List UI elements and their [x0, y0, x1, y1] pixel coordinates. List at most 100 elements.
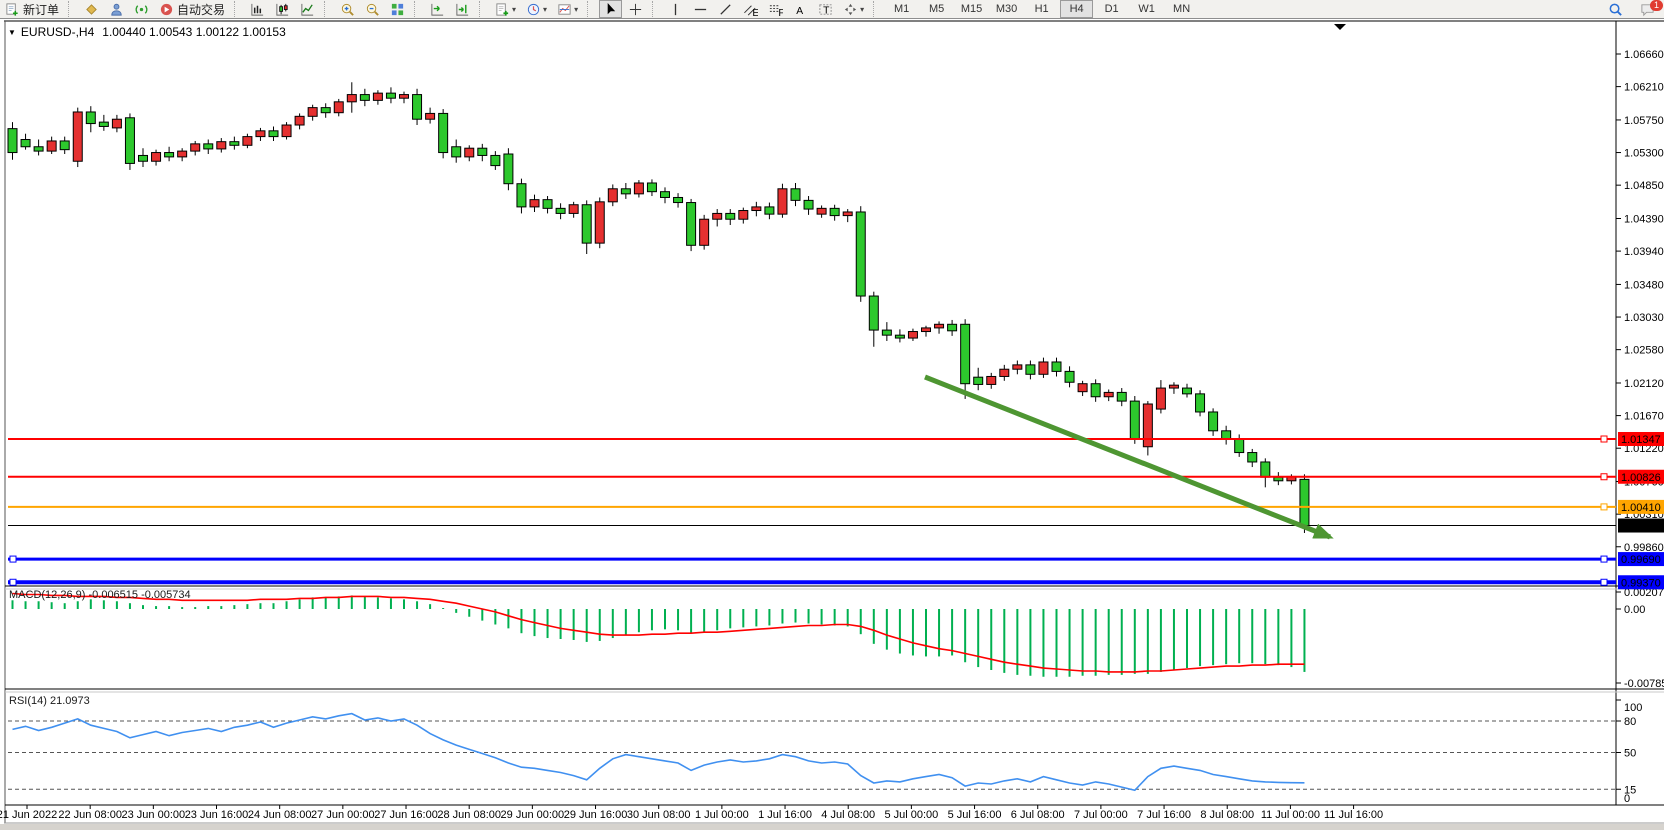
timeframe-m5-button[interactable]: M5	[920, 0, 953, 18]
cc-icon	[275, 2, 290, 17]
svg-text:0.00: 0.00	[1624, 604, 1645, 616]
svg-text:1.00153: 1.00153	[1621, 521, 1661, 533]
svg-text:1.02580: 1.02580	[1624, 345, 1664, 357]
toolbar-separator	[68, 1, 77, 17]
search-button[interactable]	[1604, 0, 1627, 18]
chart-title: ▼EURUSD-,H41.00440 1.00543 1.00122 1.001…	[8, 25, 286, 39]
svg-text:100: 100	[1624, 702, 1642, 714]
cur-icon	[603, 2, 618, 17]
trendline-button[interactable]	[714, 0, 737, 18]
toolbar-separator	[414, 1, 423, 17]
arr-icon	[843, 2, 858, 17]
svg-text:1.06210: 1.06210	[1624, 82, 1664, 94]
sg-icon	[134, 2, 149, 17]
svg-text:27 Jun 16:00: 27 Jun 16:00	[374, 809, 438, 821]
svg-text:23 Jun 00:00: 23 Jun 00:00	[122, 809, 186, 821]
svg-text:8 Jul 08:00: 8 Jul 08:00	[1200, 809, 1254, 821]
dropdown-caret-icon[interactable]: ▾	[512, 5, 516, 14]
timeframe-m30-button[interactable]: M30	[990, 0, 1023, 18]
toolbar-separator	[587, 1, 596, 17]
community-button[interactable]	[105, 0, 128, 18]
ch-icon	[628, 2, 643, 17]
gd-icon	[84, 2, 99, 17]
cursor-button[interactable]	[599, 0, 622, 18]
toolbar: 新订单 自动交易 ▾ ▾ ▾ E F A T ▾ M1M5M15M30H1H4D1W1MN 1	[0, 0, 1664, 19]
svg-text:F: F	[778, 8, 783, 17]
as-icon	[430, 2, 445, 17]
indicators-button[interactable]: ▾	[491, 0, 520, 18]
timeframe-m1-button[interactable]: M1	[885, 0, 918, 18]
timeframe-w1-button[interactable]: W1	[1130, 0, 1163, 18]
svg-text:1.01347: 1.01347	[1621, 434, 1661, 446]
cs-icon	[455, 2, 470, 17]
auto-trading-button[interactable]: 自动交易	[155, 0, 229, 18]
svg-text:A: A	[796, 6, 803, 17]
fibonacci-button[interactable]: F	[764, 0, 787, 18]
new-order-button[interactable]: 新订单	[1, 0, 63, 18]
zi-icon	[340, 2, 355, 17]
svg-text:1.04390: 1.04390	[1624, 213, 1664, 225]
svg-text:1.01670: 1.01670	[1624, 411, 1664, 423]
horizontal-line-button[interactable]	[689, 0, 712, 18]
price-chart[interactable]: 1.066601.062101.057501.053001.048501.043…	[0, 19, 1664, 830]
svg-text:30 Jun 08:00: 30 Jun 08:00	[627, 809, 691, 821]
dropdown-caret-icon[interactable]: ▾	[543, 5, 547, 14]
svg-text:22 Jun 08:00: 22 Jun 08:00	[58, 809, 122, 821]
svg-text:1.00826: 1.00826	[1621, 472, 1661, 484]
clk-icon	[526, 2, 541, 17]
rsi-label: RSI(14) 21.0973	[9, 695, 90, 707]
text-button[interactable]: A	[789, 0, 812, 18]
svg-text:0.99860: 0.99860	[1624, 542, 1664, 554]
timeframe-mn-button[interactable]: MN	[1165, 0, 1198, 18]
chart-shift-button[interactable]	[451, 0, 474, 18]
svg-text:27 Jun 00:00: 27 Jun 00:00	[311, 809, 375, 821]
tpl-icon	[557, 2, 572, 17]
tile-windows-button[interactable]	[386, 0, 409, 18]
timeframe-m15-button[interactable]: M15	[955, 0, 988, 18]
notification-badge: 1	[1650, 0, 1663, 11]
svg-text:1.03030: 1.03030	[1624, 312, 1664, 324]
equidistant-channel-button[interactable]: E	[739, 0, 762, 18]
svg-text:1.03940: 1.03940	[1624, 246, 1664, 258]
timeframe-d1-button[interactable]: D1	[1095, 0, 1128, 18]
pe-icon	[109, 2, 124, 17]
candlestick-chart-button[interactable]	[271, 0, 294, 18]
timeframe-h4-button[interactable]: H4	[1060, 0, 1093, 18]
txT-icon: T	[818, 2, 833, 17]
svg-text:4 Jul 08:00: 4 Jul 08:00	[821, 809, 875, 821]
timeframe-h1-button[interactable]: H1	[1025, 0, 1058, 18]
svg-text:-0.007853: -0.007853	[1624, 678, 1664, 690]
symbol-dropdown-icon[interactable]: ▼	[8, 28, 16, 37]
toolbar-separator	[652, 1, 661, 17]
svg-text:1.05750: 1.05750	[1624, 115, 1664, 127]
svg-text:1.06660: 1.06660	[1624, 49, 1664, 61]
macd-label: MACD(12,26,9) -0.006515 -0.005734	[9, 589, 191, 601]
svg-text:50: 50	[1624, 748, 1636, 760]
crosshair-button[interactable]	[624, 0, 647, 18]
bar-chart-button[interactable]	[246, 0, 269, 18]
dropdown-caret-icon[interactable]: ▾	[860, 5, 864, 14]
svg-text:11 Jul 16:00: 11 Jul 16:00	[1324, 809, 1383, 821]
ech-icon: E	[743, 2, 758, 17]
templates-button[interactable]: ▾	[553, 0, 582, 18]
line-chart-button[interactable]	[296, 0, 319, 18]
chart-window[interactable]: 1.066601.062101.057501.053001.048501.043…	[0, 19, 1664, 830]
dropdown-caret-icon[interactable]: ▾	[574, 5, 578, 14]
symbol-period: EURUSD-,H4	[21, 25, 94, 39]
zoom-in-button[interactable]	[336, 0, 359, 18]
toolbar-separator	[479, 1, 488, 17]
zoom-out-button[interactable]	[361, 0, 384, 18]
auto-scroll-button[interactable]	[426, 0, 449, 18]
arrows-button[interactable]: ▾	[839, 0, 868, 18]
svg-text:5 Jul 00:00: 5 Jul 00:00	[884, 809, 938, 821]
vertical-line-button[interactable]	[664, 0, 687, 18]
zo-icon	[365, 2, 380, 17]
text-label-button[interactable]: T	[814, 0, 837, 18]
periods-button[interactable]: ▾	[522, 0, 551, 18]
svg-text:1.02120: 1.02120	[1624, 378, 1664, 390]
fib-icon: F	[768, 2, 783, 17]
signals-button[interactable]	[130, 0, 153, 18]
new-chart-button[interactable]	[80, 0, 103, 18]
cb-icon	[250, 2, 265, 17]
notifications-button[interactable]: 1	[1636, 0, 1659, 18]
